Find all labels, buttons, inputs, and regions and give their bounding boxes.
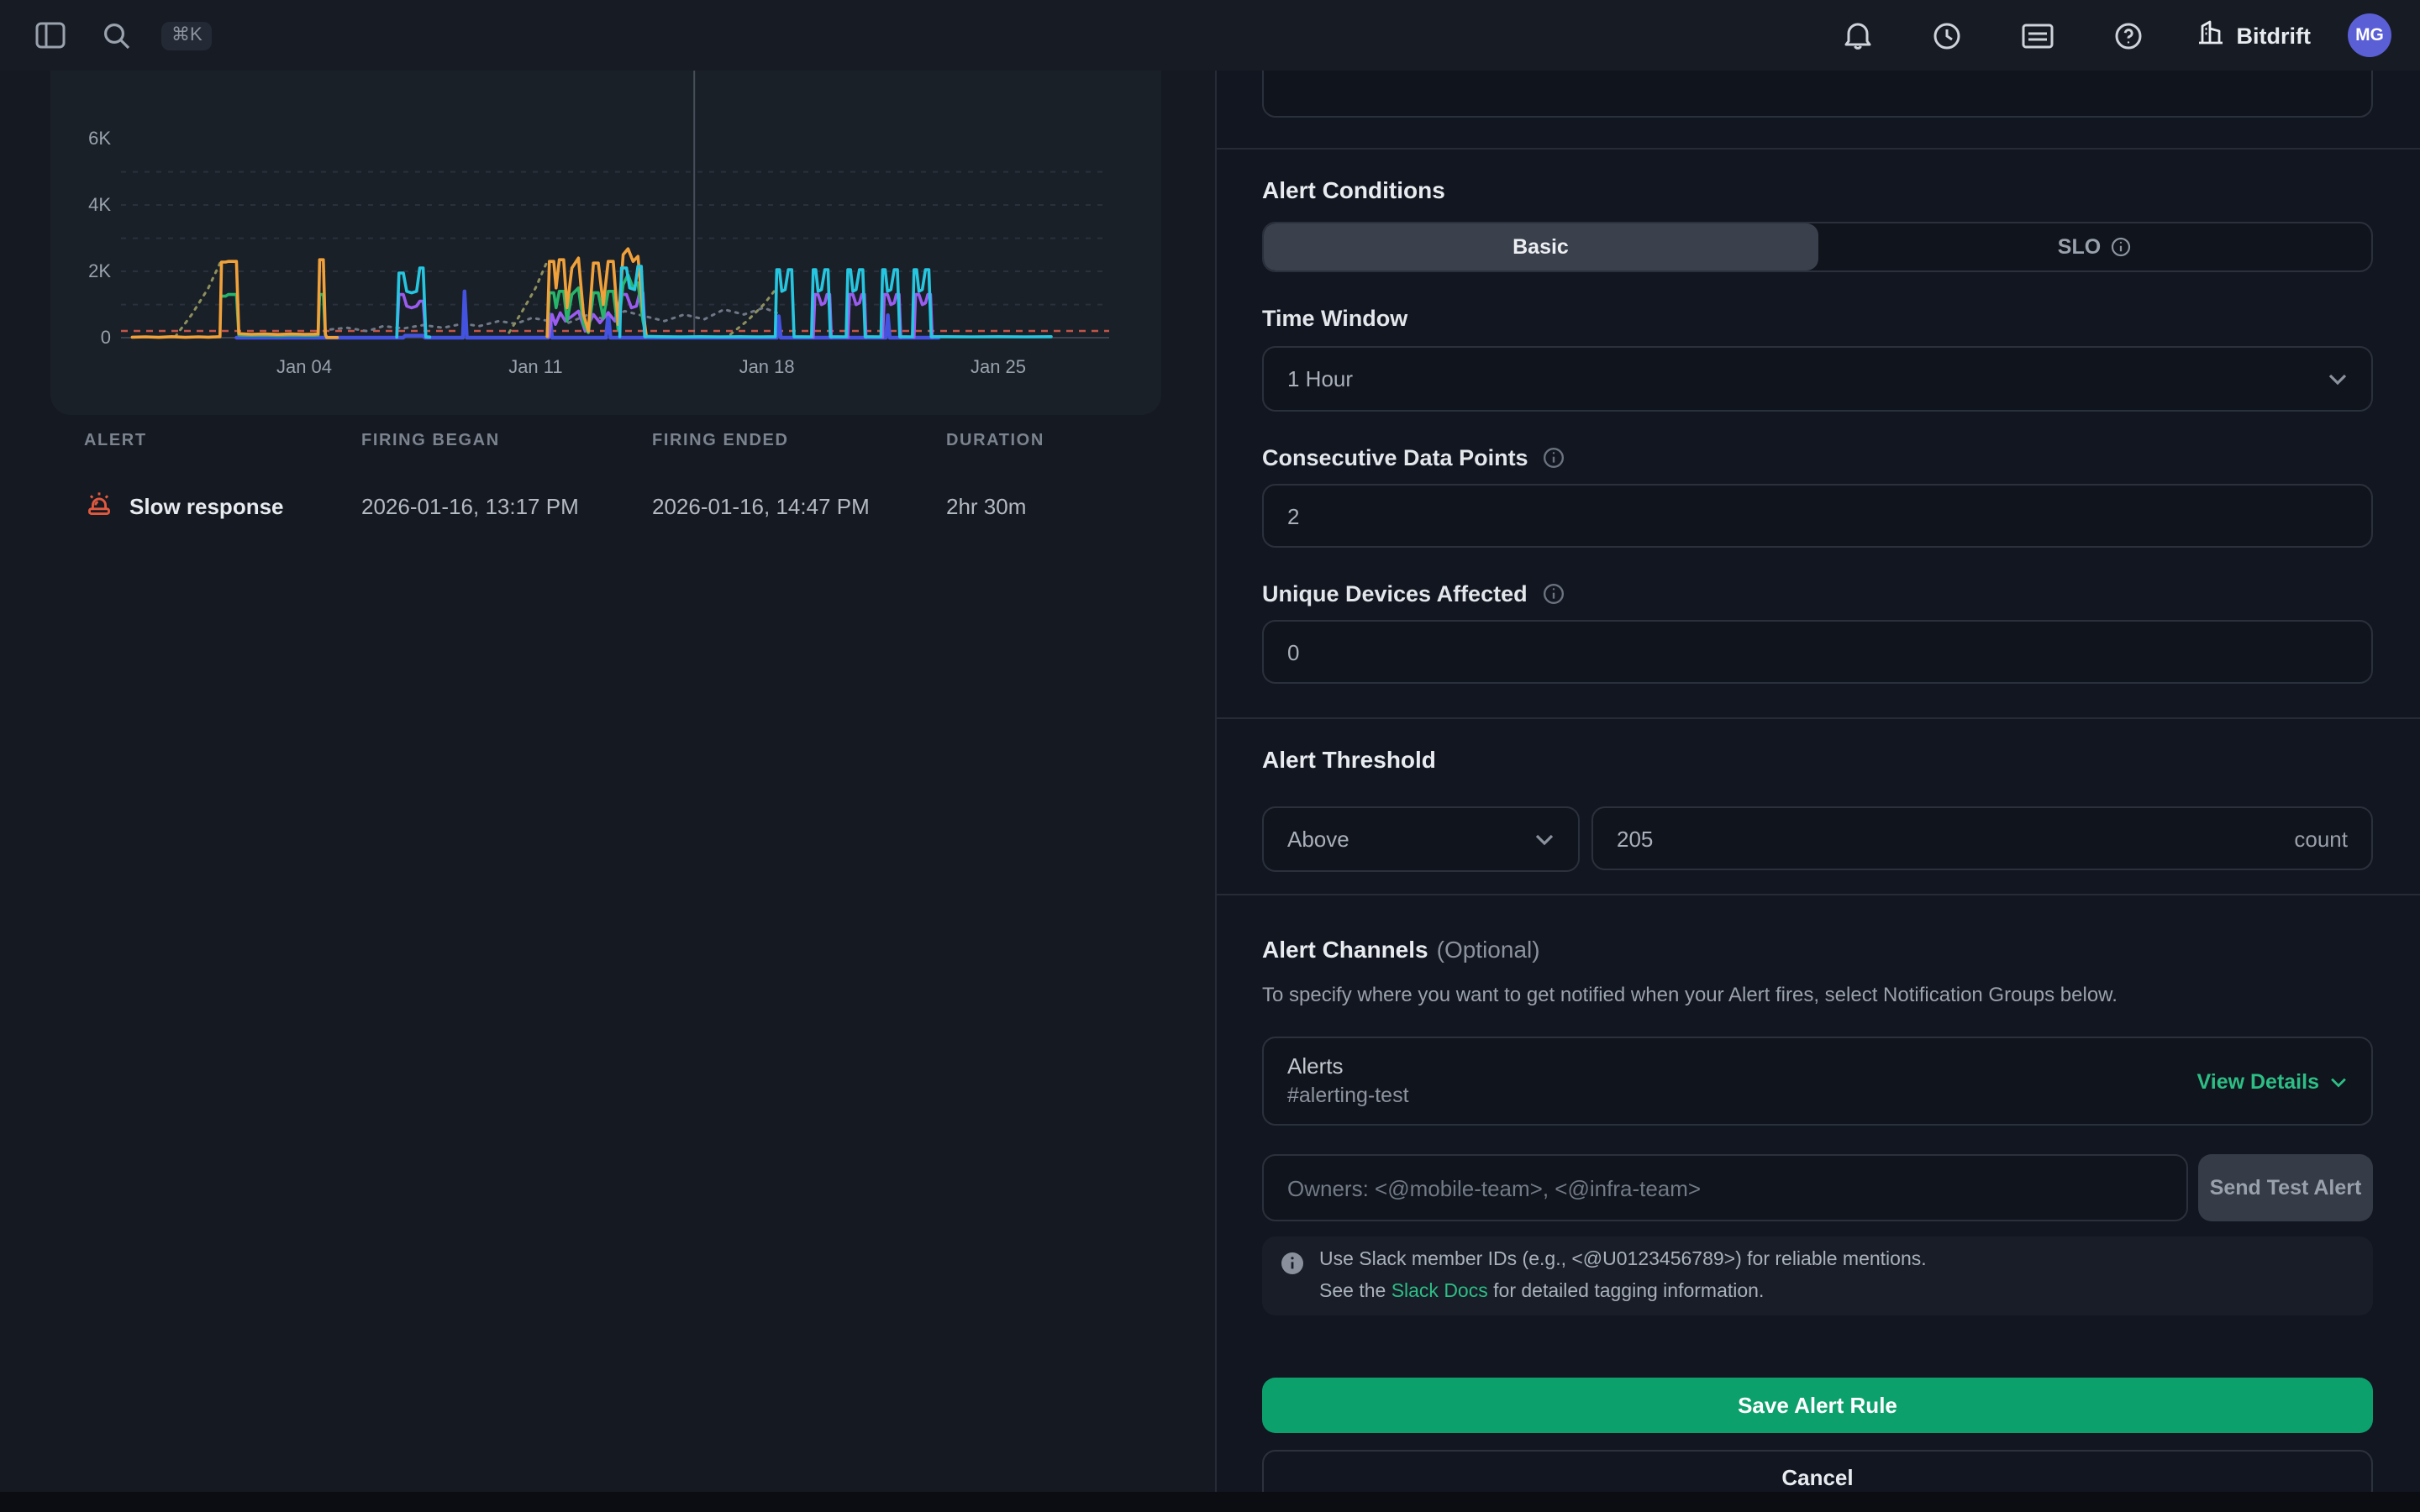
info-icon[interactable]	[1543, 583, 1565, 605]
svg-text:Jan 04: Jan 04	[276, 356, 332, 377]
svg-text:Jan 11: Jan 11	[508, 356, 562, 377]
notification-group-info: Alerts #alerting-test	[1287, 1053, 1409, 1110]
send-test-alert-button[interactable]: Send Test Alert	[2198, 1154, 2373, 1221]
threshold-comparator-value: Above	[1287, 827, 1349, 852]
svg-text:Jan 25: Jan 25	[971, 356, 1026, 377]
svg-text:6K: 6K	[88, 128, 111, 149]
threshold-value: 205	[1617, 826, 1653, 851]
panel-left-icon	[35, 22, 66, 49]
save-alert-rule-button[interactable]: Save Alert Rule	[1262, 1378, 2373, 1433]
chevron-down-icon	[1534, 827, 1555, 852]
threshold-comparator-select[interactable]: Above	[1262, 806, 1580, 872]
divider	[1217, 717, 2420, 719]
time-window-label: Time Window	[1262, 306, 2373, 331]
col-alert: ALERT	[84, 432, 361, 450]
firing-ended-value: 2026-01-16, 14:47 PM	[652, 494, 946, 519]
slack-note: Use Slack member IDs (e.g., <@U012345678…	[1262, 1236, 2373, 1315]
chevron-down-icon	[2319, 1069, 2348, 1093]
alerts-chart[interactable]: 0 2K 4K 6K Jan 04 Jan 11 Jan 18 Jan 25	[50, 71, 1161, 415]
help-button[interactable]	[2107, 14, 2149, 56]
owners-placeholder: Owners: <@mobile-team>, <@infra-team>	[1287, 1175, 1701, 1200]
unique-devices-value: 0	[1287, 639, 1299, 664]
avatar[interactable]: MG	[2348, 13, 2391, 57]
view-details-label: View Details	[2197, 1069, 2319, 1093]
svg-text:Jan 18: Jan 18	[739, 356, 795, 377]
alert-conditions-title: Alert Conditions	[1262, 176, 2373, 203]
tab-slo[interactable]: SLO	[1818, 223, 2371, 270]
siren-icon	[84, 489, 129, 524]
keyboard-icon	[2022, 23, 2054, 48]
help-circle-icon	[2114, 21, 2143, 50]
bell-icon	[1844, 20, 1872, 50]
unique-devices-input[interactable]: 0	[1262, 620, 2373, 684]
col-firing-began: FIRING BEGAN	[361, 432, 652, 450]
sidebar-toggle-button[interactable]	[29, 15, 72, 55]
divider	[1217, 894, 2420, 895]
consecutive-data-points-value: 2	[1287, 503, 1299, 528]
topbar: ⌘K	[0, 0, 2420, 71]
duration-value: 2hr 30m	[946, 494, 1148, 519]
view-details-button[interactable]: View Details	[2197, 1069, 2348, 1093]
table-row[interactable]: Slow response 2026-01-16, 13:17 PM 2026-…	[84, 489, 1148, 524]
slack-docs-link[interactable]: Slack Docs	[1392, 1282, 1488, 1302]
topbar-left: ⌘K	[29, 14, 213, 56]
divider	[1217, 148, 2420, 150]
org-name: Bitdrift	[2237, 23, 2312, 48]
search-button[interactable]	[96, 14, 138, 56]
search-shortcut-badge: ⌘K	[161, 21, 213, 50]
firing-began-value: 2026-01-16, 13:17 PM	[361, 494, 652, 519]
alert-channels-description: To specify where you want to get notifie…	[1262, 983, 2373, 1006]
search-icon	[103, 21, 131, 50]
alert-name: Slow response	[129, 494, 284, 519]
alert-threshold-row: Above 205 count	[1262, 806, 2373, 872]
slack-note-line1: Use Slack member IDs (e.g., <@U012345678…	[1319, 1250, 1927, 1270]
alert-history-table: ALERT FIRING BEGAN FIRING ENDED DURATION	[84, 432, 1148, 524]
chevron-down-icon	[2328, 366, 2348, 391]
alerts-chart-card: 0 2K 4K 6K Jan 04 Jan 11 Jan 18 Jan 25	[50, 71, 1161, 415]
shortcuts-button[interactable]	[2015, 16, 2060, 55]
tab-slo-label: SLO	[2058, 235, 2101, 259]
optional-label: (Optional)	[1437, 936, 1540, 963]
svg-text:2K: 2K	[88, 260, 111, 281]
alert-rule-form: e.g. Alert when network request failures…	[1215, 71, 2420, 1492]
time-window-value: 1 Hour	[1287, 366, 1353, 391]
alert-conditions-tabs: Basic SLO	[1262, 222, 2373, 272]
owners-row: Owners: <@mobile-team>, <@infra-team> Se…	[1262, 1154, 2373, 1221]
alert-table-header: ALERT FIRING BEGAN FIRING ENDED DURATION	[84, 432, 1148, 450]
left-panel: 0 2K 4K 6K Jan 04 Jan 11 Jan 18 Jan 25 ALERT FI…	[0, 71, 1215, 1492]
group-channel: #alerting-test	[1287, 1082, 1409, 1110]
main-content: 0 2K 4K 6K Jan 04 Jan 11 Jan 18 Jan 25 ALERT FI…	[0, 71, 2420, 1492]
info-icon	[2111, 237, 2131, 257]
col-firing-ended: FIRING ENDED	[652, 432, 946, 450]
info-icon[interactable]	[1544, 447, 1565, 469]
info-filled-icon	[1281, 1252, 1304, 1302]
screen: ⌘K	[0, 0, 2420, 1512]
org-switcher[interactable]: Bitdrift	[2196, 17, 2312, 54]
tab-basic[interactable]: Basic	[1264, 223, 1818, 270]
consecutive-data-points-label: Consecutive Data Points	[1262, 445, 2373, 470]
col-duration: DURATION	[946, 432, 1148, 450]
bitdrift-app: ⌘K	[0, 0, 2420, 1492]
alert-channels-title: Alert Channels (Optional)	[1262, 936, 2373, 963]
svg-text:0: 0	[101, 327, 111, 348]
alert-threshold-title: Alert Threshold	[1262, 746, 2373, 773]
group-name: Alerts	[1287, 1053, 1409, 1082]
threshold-value-input[interactable]: 205 count	[1591, 806, 2373, 870]
notifications-button[interactable]	[1837, 13, 1879, 57]
owners-input[interactable]: Owners: <@mobile-team>, <@infra-team>	[1262, 1154, 2188, 1221]
slack-note-line2: See the Slack Docs for detailed tagging …	[1319, 1282, 1927, 1302]
unique-devices-label: Unique Devices Affected	[1262, 581, 2373, 606]
building-icon	[2196, 17, 2225, 54]
time-window-select[interactable]: 1 Hour	[1262, 346, 2373, 412]
threshold-unit: count	[2294, 826, 2348, 851]
notification-group-card[interactable]: Alerts #alerting-test View Details	[1262, 1037, 2373, 1126]
clock-icon	[1933, 21, 1961, 50]
consecutive-data-points-input[interactable]: 2	[1262, 484, 2373, 548]
history-button[interactable]	[1926, 14, 1968, 56]
topbar-right: Bitdrift MG	[1790, 13, 2392, 57]
description-input[interactable]: e.g. Alert when network request failures…	[1262, 71, 2373, 118]
svg-text:4K: 4K	[88, 194, 111, 215]
cancel-button[interactable]: Cancel	[1262, 1450, 2373, 1492]
tab-basic-label: Basic	[1512, 235, 1569, 259]
